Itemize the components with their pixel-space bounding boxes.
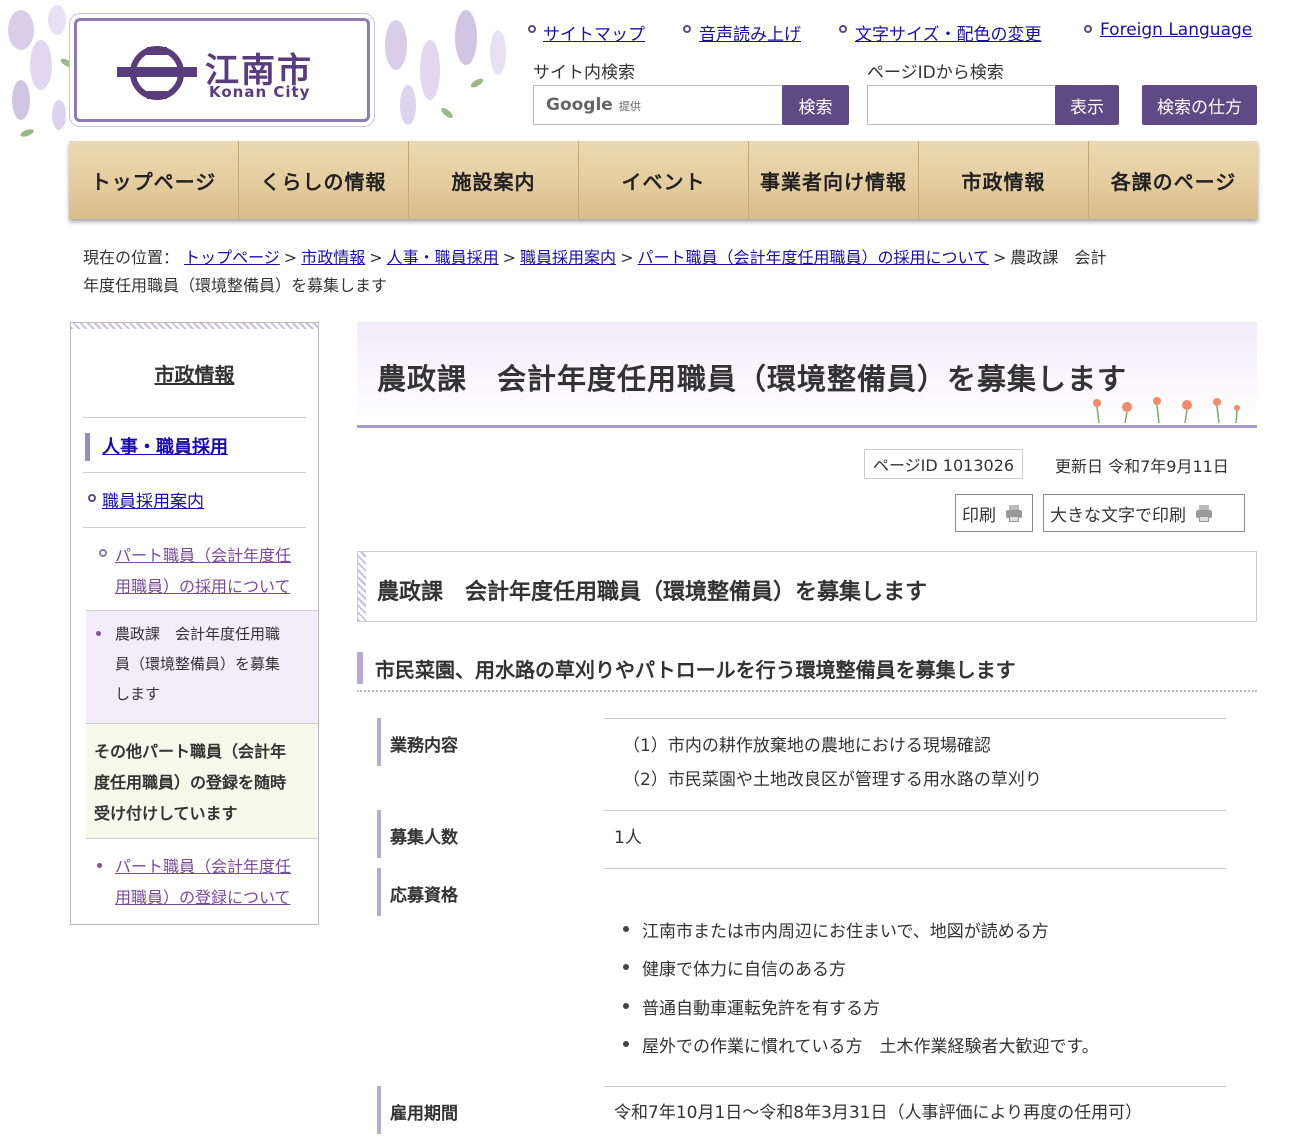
list-bullet-icon [623, 926, 629, 932]
sidebar-other-text: その他パート職員（会計年 度任用職員）の登録を随時 受け付けしています [94, 742, 287, 823]
text-to-speech-link[interactable]: 音声読み上げ [699, 20, 801, 45]
section-heading-box: 農政課 会計年度任用職員（環境整備員）を募集します [357, 551, 1257, 622]
sidebar-title: 市政情報 [83, 329, 306, 418]
nav-events[interactable]: イベント [579, 141, 749, 219]
nav-business-info[interactable]: 事業者向け情報 [749, 141, 919, 219]
sidebar-level1-marker [85, 433, 90, 461]
breadcrumb-link-admin[interactable]: 市政情報 [301, 248, 365, 267]
ring-bullet-icon [88, 494, 96, 502]
breadcrumb-separator: > [993, 248, 1007, 267]
foreign-language-link[interactable]: Foreign Language [1100, 20, 1252, 40]
font-size-color-link[interactable]: 文字サイズ・配色の変更 [855, 20, 1042, 45]
logo-text-en: Konan City [209, 83, 311, 101]
ring-bullet-icon [683, 25, 691, 33]
count-value: 1人 [614, 828, 642, 848]
breadcrumb: 現在の位置： トップページ > 市政情報 > 人事・職員採用 > 職員採用案内 > パート職員（… [83, 244, 1243, 300]
site-search-button[interactable]: 検索 [782, 85, 849, 125]
print-large-button[interactable]: 大きな文字で印刷 [1043, 494, 1245, 532]
ring-bullet-icon [1084, 25, 1092, 33]
qualification-item: 健康で体力に自信のある方 [642, 960, 846, 980]
breadcrumb-current-cont: 年度任用職員（環境整備員）を募集します [83, 276, 388, 295]
work-item-1: （1）市内の耕作放棄地の農地における現場確認 [623, 736, 991, 756]
page-title: 農政課 会計年度任用職員（環境整備員）を募集します [377, 362, 1128, 396]
sidebar-other-heading: その他パート職員（会計年 度任用職員）の登録を随時 受け付けしています [86, 723, 318, 839]
page-title-banner: 農政課 会計年度任用職員（環境整備員）を募集します [357, 322, 1257, 428]
sidebar-current-item: 農政課 会計年度任用職 員（環境整備員）を募集 します [86, 611, 318, 723]
pageid-search-input[interactable] [867, 85, 1056, 125]
sidebar-current-text: 農政課 会計年度任用職 員（環境整備員）を募集 します [115, 625, 281, 703]
qualification-label: 応募資格 [377, 868, 458, 916]
printer-icon [1004, 504, 1024, 522]
nav-top-page[interactable]: トップページ [69, 141, 239, 219]
sitemap-link[interactable]: サイトマップ [543, 20, 645, 45]
subheading-text: 市民菜園、用水路の草刈りやパトロールを行う環境整備員を募集します [375, 658, 1016, 682]
ring-bullet-icon [839, 25, 847, 33]
breadcrumb-current: 農政課 会計 [1010, 248, 1107, 267]
breadcrumb-prefix: 現在の位置： [83, 248, 180, 267]
work-item-2: （2）市民菜園や土地改良区が管理する用水路の草刈り [623, 770, 1042, 790]
nav-living-info[interactable]: くらしの情報 [239, 141, 409, 219]
sidebar-level3: パート職員（会計年度任 用職員）の採用について [71, 528, 318, 611]
table-row-border [604, 810, 1226, 811]
pageid-search-label: ページIDから検索 [867, 63, 1004, 83]
sidebar-link-hr[interactable]: 人事・職員採用 [102, 433, 228, 459]
updated-date: 更新日 令和7年9月11日 [1055, 457, 1229, 476]
sidebar: 市政情報 人事・職員採用 職員採用案内 パート職員（会計年度任 用職員）の採用につ… [70, 322, 319, 925]
breadcrumb-separator: > [369, 248, 383, 267]
period-label: 雇用期間 [377, 1086, 458, 1134]
ring-bullet-icon [99, 549, 107, 557]
flowers-decoration-icon [1093, 397, 1240, 423]
page-id-badge: ページID 1013026 [864, 449, 1024, 479]
section-heading: 農政課 会計年度任用職員（環境整備員）を募集します [377, 580, 928, 605]
search-howto-button[interactable]: 検索の仕方 [1142, 85, 1257, 125]
subheading: 市民菜園、用水路の草刈りやパトロールを行う環境整備員を募集します [357, 650, 1257, 692]
nav-facilities[interactable]: 施設案内 [409, 141, 579, 219]
print-label: 印刷 [962, 505, 996, 526]
breadcrumb-link-parttime[interactable]: パート職員（会計年度任用職員）の採用について [637, 248, 989, 267]
city-emblem-icon [117, 46, 197, 100]
site-search-label: サイト内検索 [533, 63, 635, 83]
sidebar-link-parttime[interactable]: パート職員（会計年度任 用職員）の採用について [115, 540, 291, 602]
list-bullet-icon [623, 1041, 629, 1047]
heading-stripe [358, 552, 366, 621]
sidebar-level2: 職員採用案内 [71, 473, 318, 528]
sidebar-link-registration[interactable]: パート職員（会計年度任 用職員）の登録について [115, 851, 291, 913]
nav-city-admin[interactable]: 市政情報 [919, 141, 1089, 219]
breadcrumb-link-top[interactable]: トップページ [184, 248, 280, 267]
breadcrumb-separator: > [283, 248, 298, 267]
global-nav: トップページ くらしの情報 施設案内 イベント 事業者向け情報 市政情報 各課の… [69, 141, 1258, 219]
sidebar-link-recruit[interactable]: 職員採用案内 [102, 487, 204, 512]
list-bullet-icon [623, 1003, 629, 1009]
count-label: 募集人数 [377, 810, 458, 858]
subheading-marker [357, 652, 363, 684]
period-value: 令和7年10月1日～令和8年3月31日（人事評価により再度の任用可） [614, 1103, 1143, 1123]
breadcrumb-separator: > [620, 248, 634, 267]
list-bullet-icon [623, 964, 629, 970]
sidebar-title-link[interactable]: 市政情報 [155, 359, 235, 388]
table-row-border [604, 718, 1226, 719]
ring-bullet-icon [528, 25, 536, 33]
qualification-item: 屋外での作業に慣れている方 土木作業経験者大歓迎です。 [642, 1037, 1099, 1057]
dot-bullet-icon [97, 863, 102, 868]
print-button[interactable]: 印刷 [955, 494, 1033, 532]
dot-bullet-icon [96, 631, 101, 636]
work-label: 業務内容 [377, 718, 458, 766]
printer-icon [1194, 504, 1214, 522]
breadcrumb-link-hr[interactable]: 人事・職員採用 [387, 248, 499, 267]
utility-links: サイトマップ 音声読み上げ 文字サイズ・配色の変更 Foreign Langua… [528, 20, 1268, 45]
qualification-item: 江南市または市内周辺にお住まいで、地図が読める方 [642, 922, 1049, 942]
table-row-border [604, 1086, 1226, 1087]
site-logo[interactable]: 江南市 Konan City [74, 18, 370, 122]
table-row-border [604, 868, 1226, 869]
qualification-item: 普通自動車運転免許を有する方 [642, 999, 880, 1019]
sidebar-level1: 人事・職員採用 [71, 419, 318, 473]
sidebar-registration: パート職員（会計年度任 用職員）の登録について [71, 839, 318, 923]
site-search-input[interactable]: Google 提供 [533, 85, 783, 125]
print-large-label: 大きな文字で印刷 [1050, 505, 1186, 526]
pageid-show-button[interactable]: 表示 [1055, 85, 1119, 125]
google-powered-label: Google 提供 [546, 95, 641, 115]
breadcrumb-link-recruit[interactable]: 職員採用案内 [520, 248, 616, 267]
breadcrumb-separator: > [502, 248, 517, 267]
nav-departments[interactable]: 各課のページ [1089, 141, 1258, 219]
